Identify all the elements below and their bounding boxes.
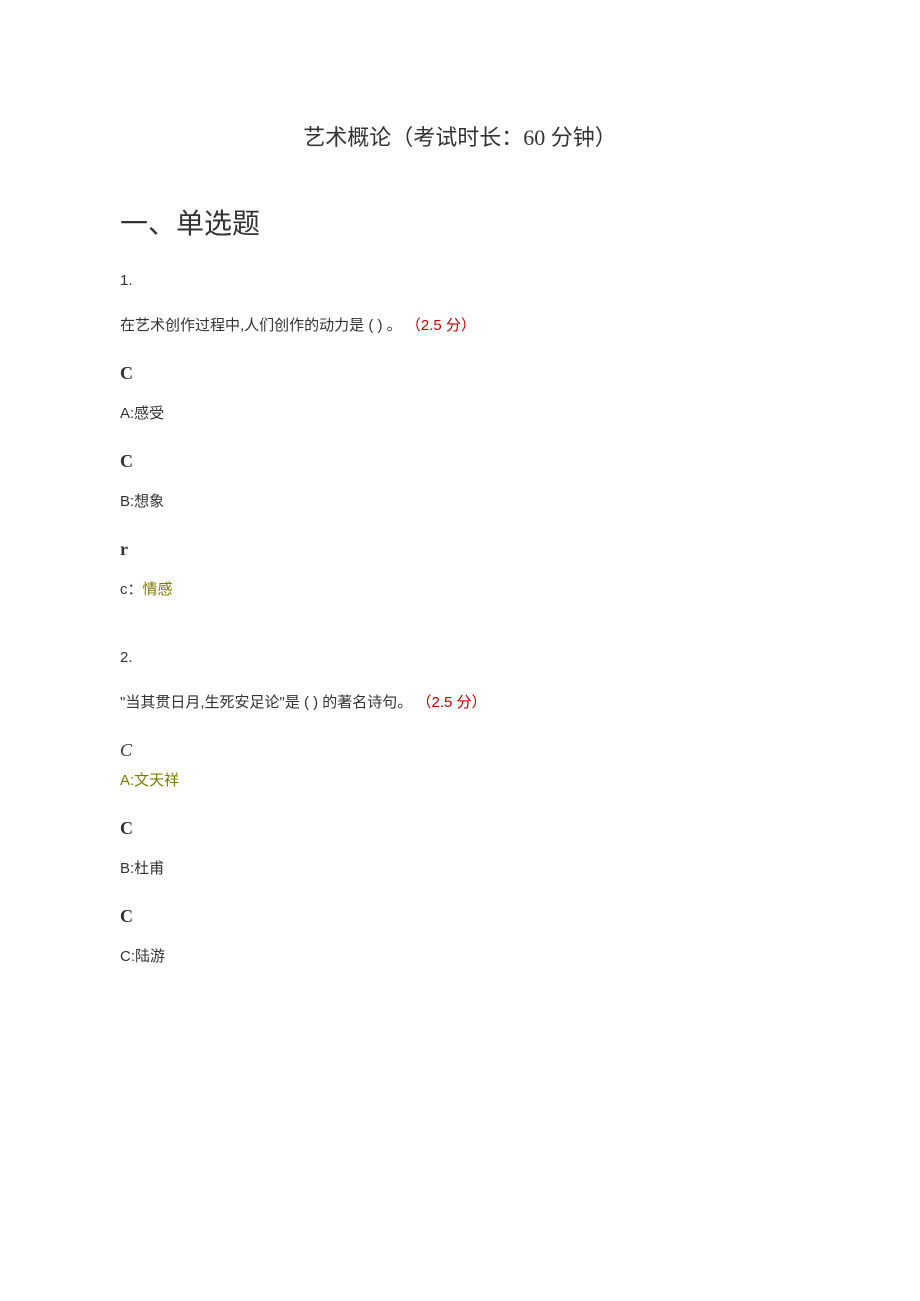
option-a: A:文天祥 — [120, 769, 800, 790]
option-b: B:杜甫 — [120, 857, 800, 878]
option-marker: C — [120, 906, 800, 927]
option-c: C:陆游 — [120, 945, 800, 966]
option-marker: C — [120, 818, 800, 839]
option-c-answer: 情感 — [143, 581, 173, 598]
question-stem: 在艺术创作过程中,人们创作的动力是 ( ) 。 （2.5 分） — [120, 314, 800, 335]
section-heading: 一、单选题 — [120, 202, 800, 242]
option-marker: r — [120, 539, 800, 560]
option-marker: C — [120, 363, 800, 384]
option-c: c：情感 — [120, 578, 800, 599]
stem-text: 在艺术创作过程中,人们创作的动力是 ( ) 。 — [120, 317, 402, 334]
option-marker: C — [120, 740, 800, 761]
option-marker: C — [120, 451, 800, 472]
document-page: 艺术概论（考试时长：60 分钟） 一、单选题 1. 在艺术创作过程中,人们创作的… — [0, 0, 920, 1054]
question-number: 2. — [120, 649, 800, 666]
stem-text: "当其贯日月,生死安足论"是 ( ) 的著名诗句。 — [120, 694, 412, 711]
option-b: B:想象 — [120, 490, 800, 511]
points-label: （2.5 分） — [416, 694, 486, 711]
points-label: （2.5 分） — [406, 317, 476, 334]
page-title: 艺术概论（考试时长：60 分钟） — [120, 120, 800, 152]
question-number: 1. — [120, 272, 800, 289]
option-a: A:感受 — [120, 402, 800, 423]
question-stem: "当其贯日月,生死安足论"是 ( ) 的著名诗句。 （2.5 分） — [120, 691, 800, 712]
option-c-label: c： — [120, 581, 143, 598]
